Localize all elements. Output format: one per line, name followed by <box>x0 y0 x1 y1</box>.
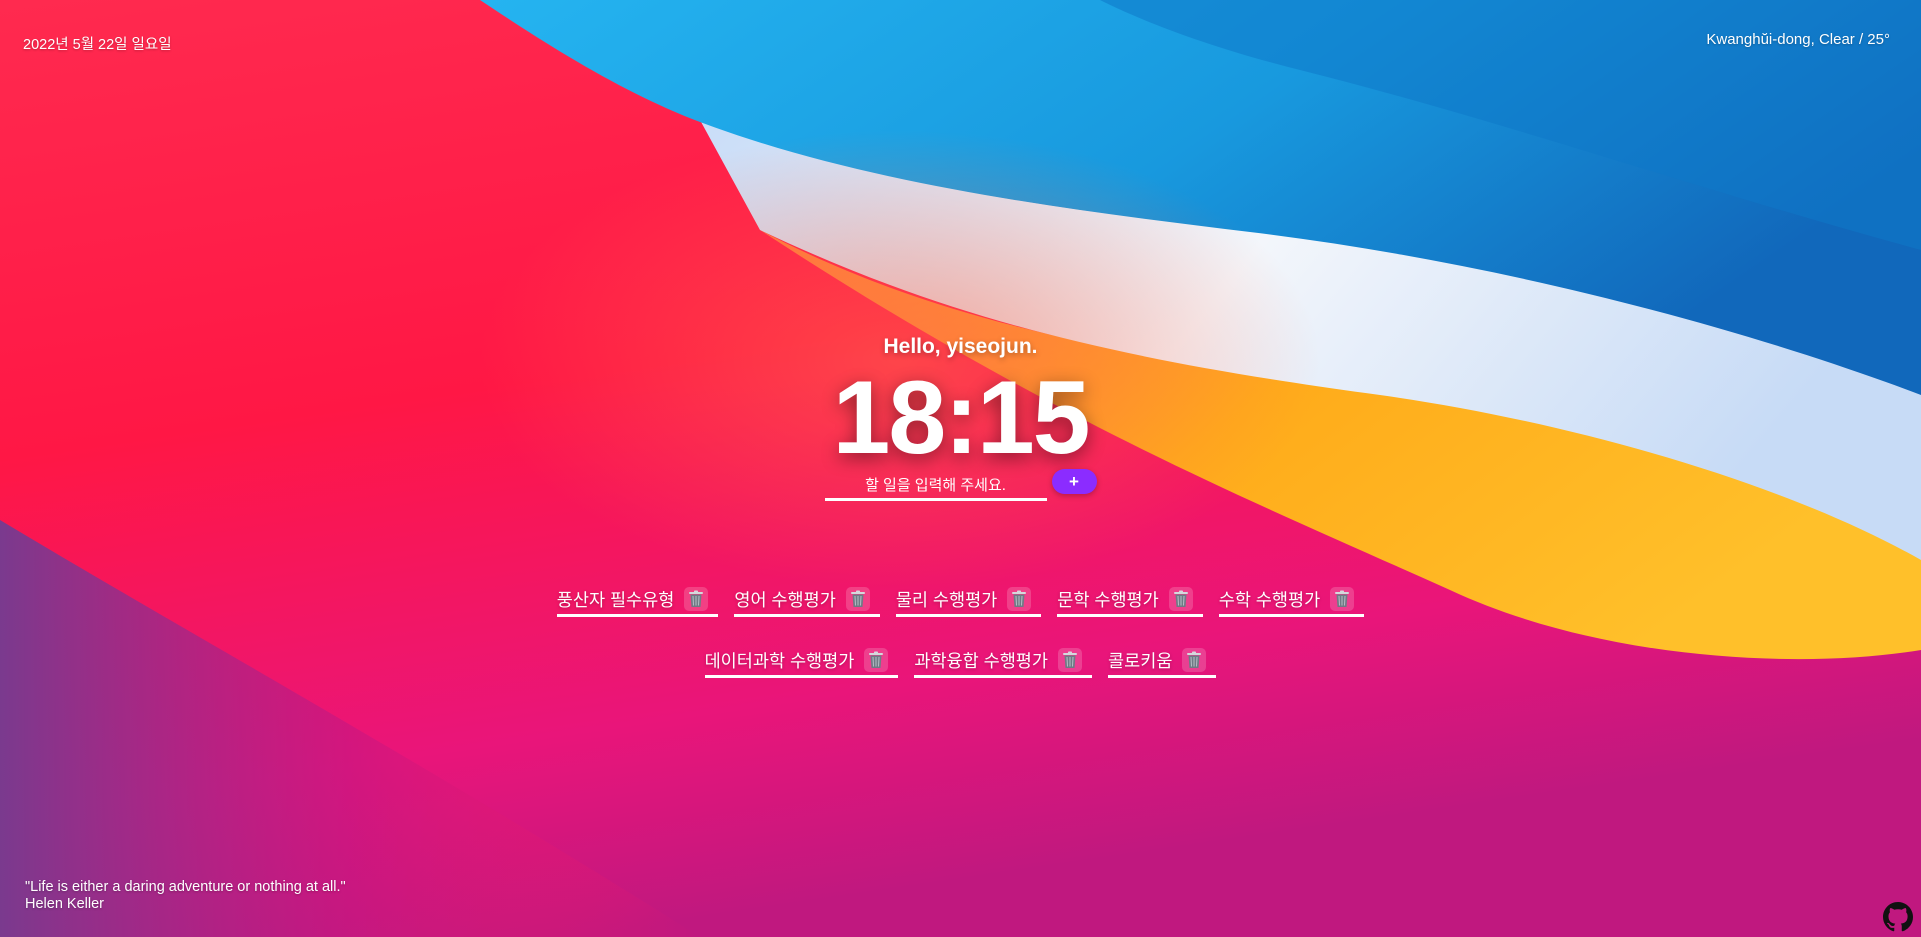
todo-text: 콜로키움 <box>1108 650 1173 671</box>
trash-icon[interactable] <box>1168 587 1193 611</box>
todo-item: 풍산자 필수유형 <box>556 584 719 617</box>
trash-icon[interactable] <box>1330 587 1355 611</box>
todo-item: 데이터과학 수행평가 <box>704 645 899 678</box>
todo-item: 물리 수행평가 <box>895 584 1042 617</box>
trash-icon[interactable] <box>684 587 709 611</box>
todo-item: 수학 수행평가 <box>1218 584 1365 617</box>
github-icon[interactable] <box>1883 902 1913 932</box>
trash-icon[interactable] <box>1007 587 1032 611</box>
weather-display: Kwanghŭi-dong, Clear / 25° <box>1706 31 1890 48</box>
add-todo-button[interactable]: + <box>1051 469 1097 494</box>
date-display: 2022년 5월 22일 일요일 <box>23 37 172 53</box>
trash-icon[interactable] <box>1182 648 1207 672</box>
quote-block: "Life is either a daring adventure or no… <box>25 879 346 913</box>
center-panel: Hello, yiseojun. 18:15 + <box>0 332 1921 501</box>
todo-item: 콜로키움 <box>1108 645 1217 678</box>
todo-item: 과학융합 수행평가 <box>914 645 1093 678</box>
todo-text: 영어 수행평가 <box>734 589 836 610</box>
quote-text: "Life is either a daring adventure or no… <box>25 879 346 895</box>
quote-author: Helen Keller <box>25 896 104 912</box>
todo-text: 데이터과학 수행평가 <box>704 650 855 671</box>
todo-text: 과학융합 수행평가 <box>914 650 1049 671</box>
todo-input[interactable] <box>824 472 1047 501</box>
todo-text: 물리 수행평가 <box>895 589 998 610</box>
trash-icon[interactable] <box>864 648 889 672</box>
todo-item: 영어 수행평가 <box>734 584 880 617</box>
trash-icon[interactable] <box>845 587 870 611</box>
greeting: Hello, yiseojun. <box>883 335 1038 358</box>
trash-icon[interactable] <box>1058 648 1083 672</box>
todo-list: 풍산자 필수유형 영어 수행평가 물리 수행평가 문학 수행평가 수학 수행평가… <box>0 584 1921 678</box>
todo-text: 수학 수행평가 <box>1218 589 1321 610</box>
todo-item: 문학 수행평가 <box>1057 584 1203 617</box>
todo-text: 풍산자 필수유형 <box>556 589 675 610</box>
clock: 18:15 <box>832 360 1091 476</box>
todo-text: 문학 수행평가 <box>1057 589 1159 610</box>
todo-form: + <box>824 469 1097 501</box>
